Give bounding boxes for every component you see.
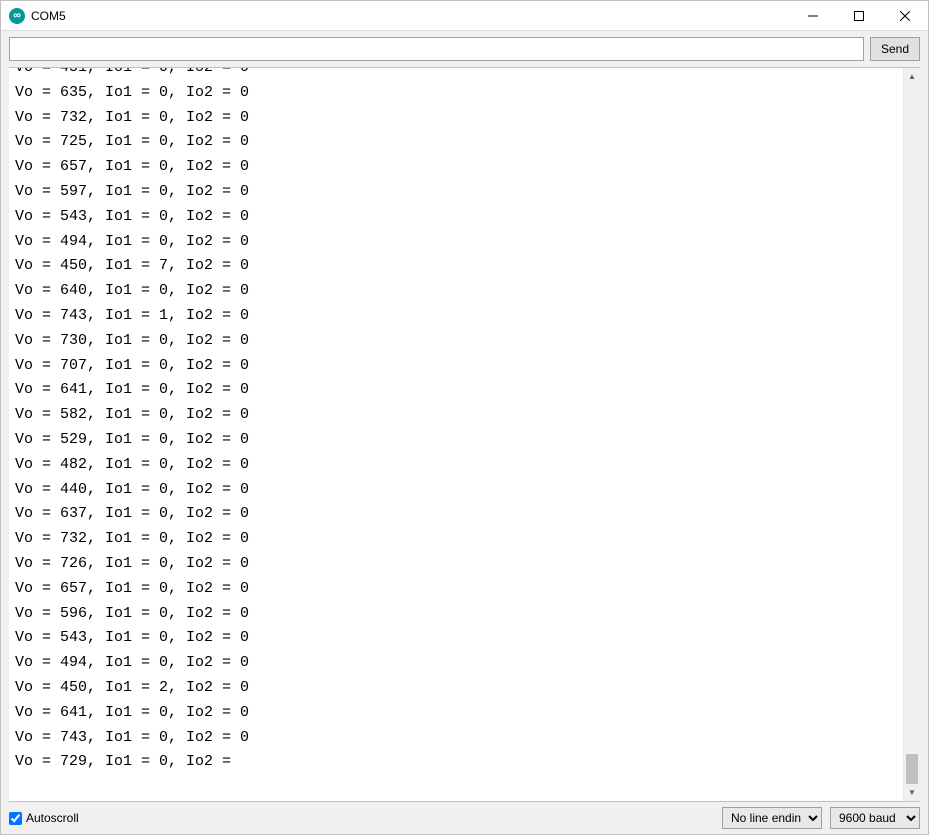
autoscroll-toggle[interactable]: Autoscroll — [9, 811, 714, 825]
close-button[interactable] — [882, 1, 928, 30]
send-row: Send — [1, 31, 928, 67]
baud-rate-select[interactable]: 9600 baud — [830, 807, 920, 829]
window-controls — [790, 1, 928, 30]
minimize-button[interactable] — [790, 1, 836, 30]
statusbar: Autoscroll No line ending 9600 baud — [1, 802, 928, 834]
send-button[interactable]: Send — [870, 37, 920, 61]
window-title: COM5 — [31, 9, 790, 23]
serial-input[interactable] — [9, 37, 864, 61]
console-output: Vo = 451, Io1 = 0, Io2 = 0 Vo = 635, Io1… — [9, 67, 903, 789]
scroll-thumb[interactable] — [906, 754, 918, 784]
titlebar: COM5 — [1, 1, 928, 31]
arduino-icon — [9, 8, 25, 24]
line-ending-select[interactable]: No line ending — [722, 807, 822, 829]
maximize-button[interactable] — [836, 1, 882, 30]
scroll-up-icon[interactable]: ▲ — [904, 68, 920, 85]
scroll-track[interactable] — [904, 85, 920, 784]
autoscroll-checkbox[interactable] — [9, 812, 22, 825]
console-area: Vo = 451, Io1 = 0, Io2 = 0 Vo = 635, Io1… — [9, 67, 920, 802]
scroll-down-icon[interactable]: ▼ — [904, 784, 920, 801]
vertical-scrollbar[interactable]: ▲ ▼ — [903, 68, 920, 801]
autoscroll-label: Autoscroll — [26, 811, 79, 825]
